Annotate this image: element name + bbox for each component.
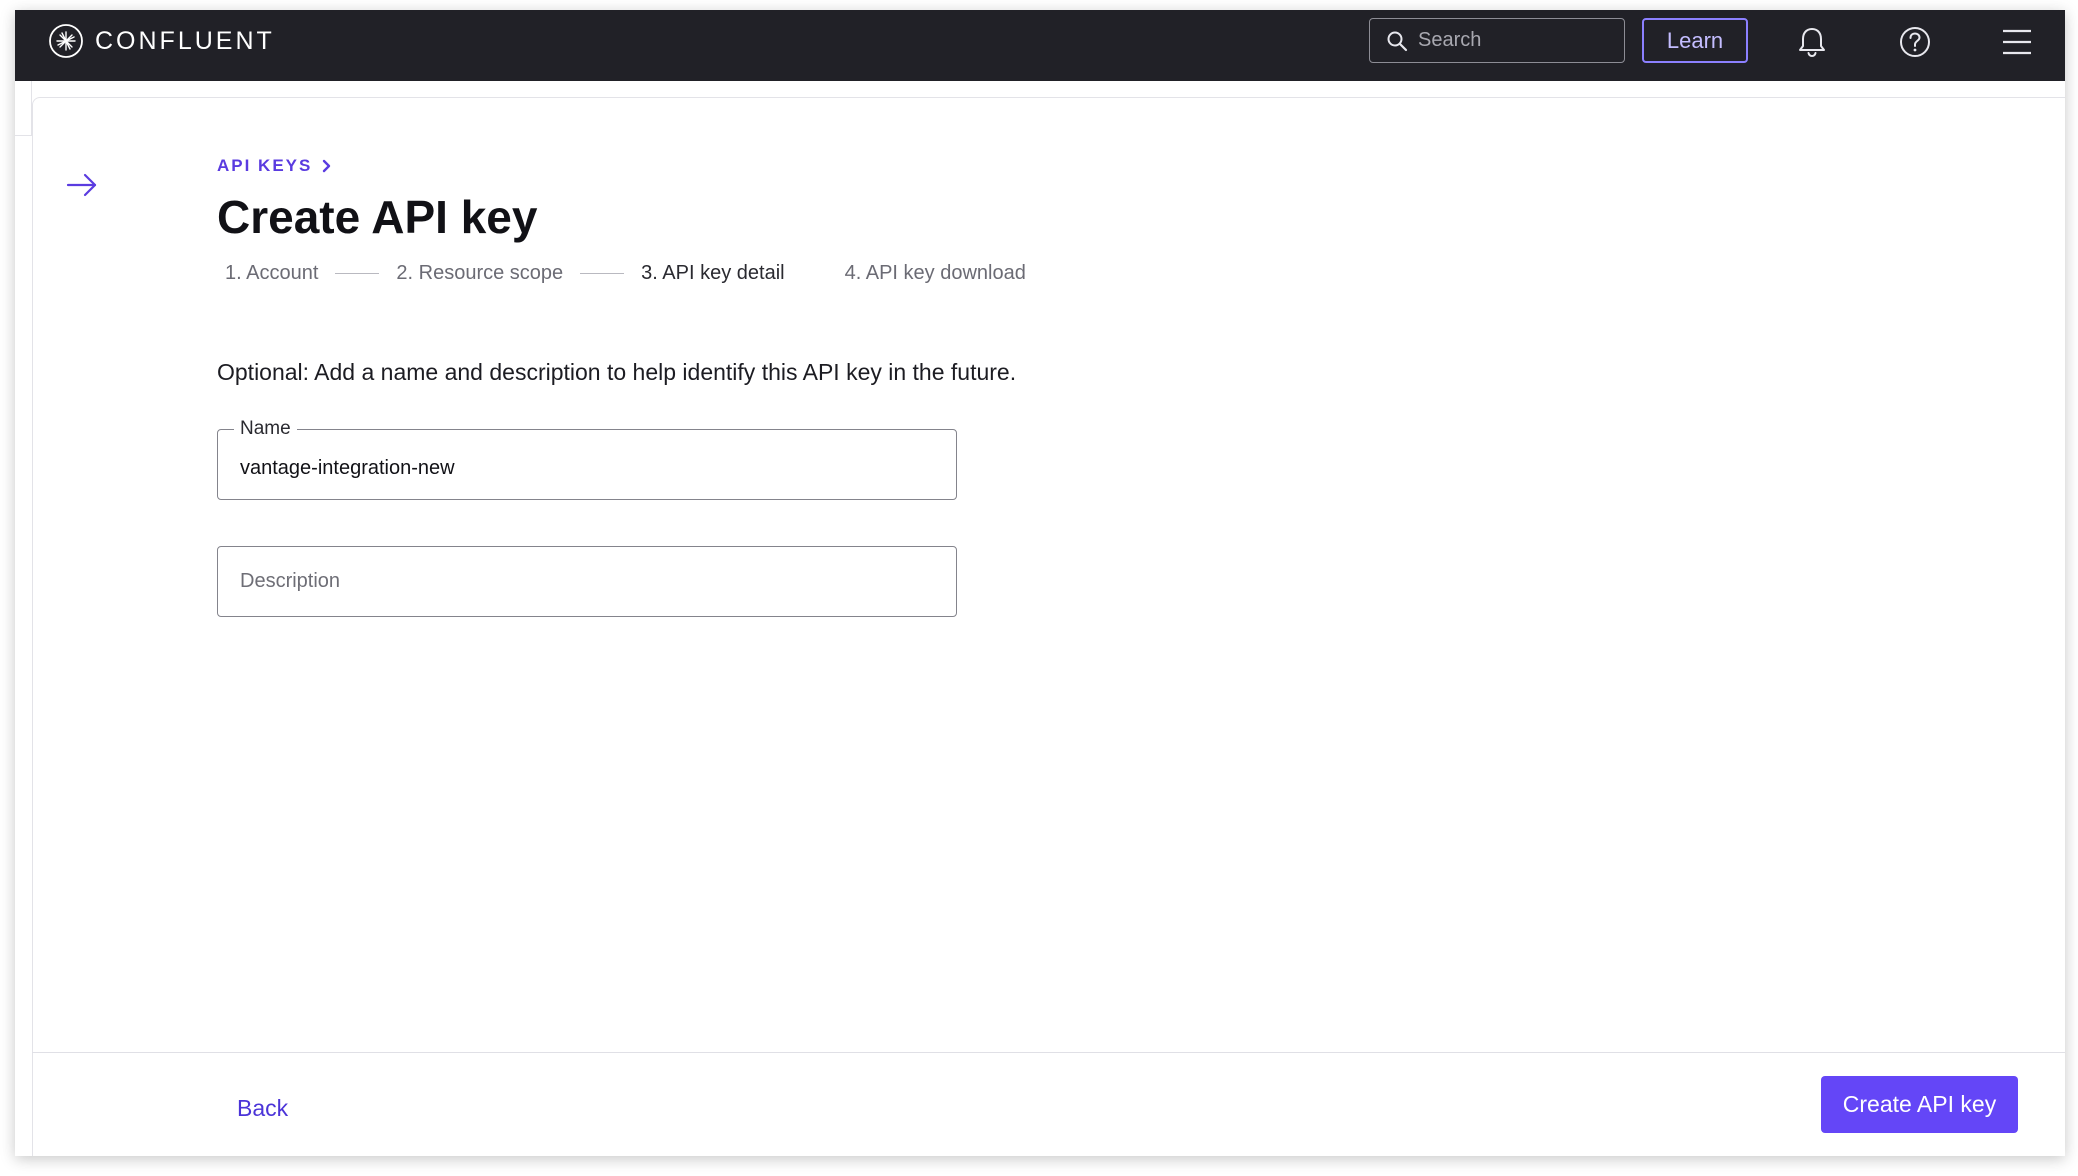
step-account: 1. Account — [225, 262, 319, 284]
app-window: CONFLUENT Learn — [15, 10, 2065, 1156]
brand-name: CONFLUENT — [95, 26, 275, 55]
step-connector — [580, 273, 625, 274]
expand-sidebar-arrow-icon[interactable] — [65, 168, 99, 202]
menu-button[interactable] — [1997, 22, 2037, 62]
description-field[interactable] — [217, 546, 957, 617]
help-button[interactable] — [1895, 22, 1935, 62]
main-content-panel — [32, 97, 2065, 1156]
wizard-stepper: 1. Account 2. Resource scope 3. API key … — [225, 262, 1026, 285]
page-title: Create API key — [217, 191, 538, 243]
search-icon — [1387, 31, 1408, 51]
step-api-key-download: 4. API key download — [844, 262, 1026, 284]
help-icon — [1900, 27, 1930, 57]
name-field[interactable]: Name — [217, 418, 957, 502]
step-connector — [335, 273, 380, 274]
notifications-button[interactable] — [1792, 22, 1832, 62]
name-input[interactable] — [240, 434, 930, 502]
global-search[interactable] — [1369, 18, 1625, 63]
side-panel-edge — [15, 81, 32, 136]
step-api-key-detail: 3. API key detail — [641, 262, 785, 284]
form-instructions: Optional: Add a name and description to … — [217, 359, 1017, 385]
chevron-right-icon — [323, 159, 331, 173]
top-navigation-bar: CONFLUENT Learn — [15, 10, 2065, 81]
back-button[interactable]: Back — [237, 1095, 288, 1122]
bell-icon — [1799, 28, 1825, 58]
footer-divider — [32, 1052, 2065, 1053]
breadcrumb[interactable]: API KEYS — [217, 156, 333, 176]
breadcrumb-api-keys-link[interactable]: API KEYS — [217, 156, 312, 176]
create-api-key-button[interactable]: Create API key — [1821, 1076, 2018, 1133]
hamburger-menu-icon — [2003, 29, 2031, 55]
search-input[interactable] — [1418, 29, 1608, 52]
confluent-logo[interactable]: CONFLUENT — [48, 23, 275, 59]
learn-button[interactable]: Learn — [1642, 18, 1748, 63]
step-resource-scope: 2. Resource scope — [396, 262, 564, 284]
confluent-logo-icon — [49, 24, 83, 58]
description-input[interactable] — [240, 547, 930, 615]
